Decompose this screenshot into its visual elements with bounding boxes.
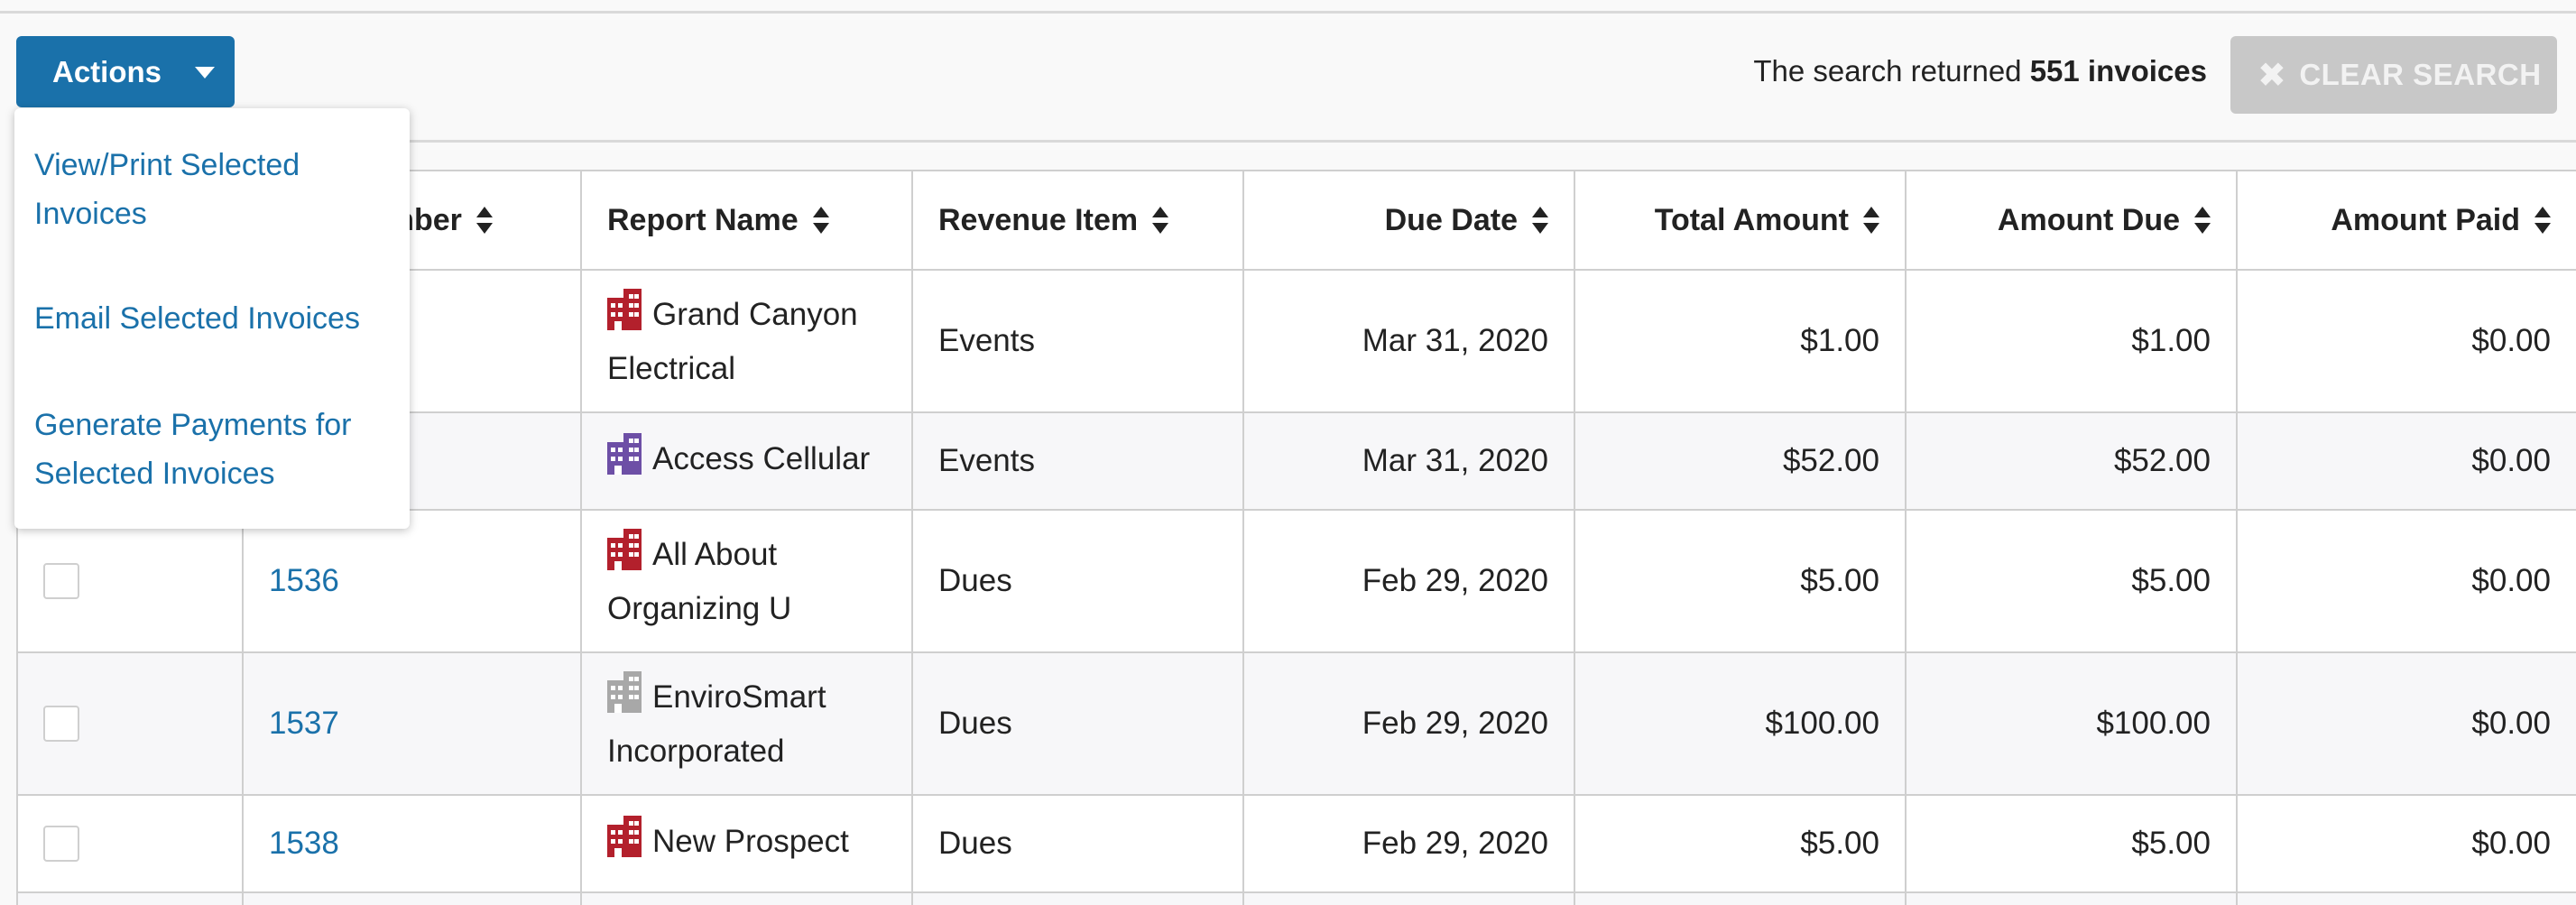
select-cell bbox=[18, 893, 244, 905]
table-row: 1537 EnviroSmart Incorporated Dues Feb 2… bbox=[18, 653, 2576, 796]
menu-item-view-print[interactable]: View/Print Selected Invoices bbox=[34, 141, 395, 238]
invoice-number-cell: 1538 bbox=[244, 796, 582, 891]
revenue-item-cell bbox=[913, 893, 1244, 905]
building-icon bbox=[607, 433, 642, 489]
amount-due-cell: $5.00 bbox=[1907, 796, 2238, 891]
result-count: 551 invoices bbox=[2029, 54, 2207, 88]
due-date-cell bbox=[1244, 893, 1575, 905]
sort-icon[interactable] bbox=[812, 207, 829, 234]
row-checkbox[interactable] bbox=[43, 563, 79, 599]
clear-search-label: CLEAR SEARCH bbox=[2299, 58, 2542, 91]
report-name-cell: All About Organizing U bbox=[582, 511, 913, 651]
sort-icon[interactable] bbox=[1152, 207, 1169, 234]
menu-item-generate-payments[interactable]: Generate Payments for Selected Invoices bbox=[34, 401, 395, 498]
invoice-number-cell: 1536 bbox=[244, 511, 582, 651]
invoice-number-link[interactable]: 1536 bbox=[269, 563, 339, 599]
building-icon bbox=[607, 529, 642, 585]
column-header-revenue-item[interactable]: Revenue Item bbox=[913, 171, 1244, 269]
column-header-report-name[interactable]: Report Name bbox=[582, 171, 913, 269]
total-amount-cell: $1.00 bbox=[1575, 271, 1907, 411]
amount-due-cell: $100.00 bbox=[1907, 653, 2238, 794]
building-icon bbox=[607, 289, 642, 345]
total-amount-cell bbox=[1575, 893, 1907, 905]
menu-item-email[interactable]: Email Selected Invoices bbox=[34, 294, 395, 343]
table-row: 1538 New Prospect Dues Feb 29, 2020 $5.0… bbox=[18, 796, 2576, 893]
revenue-item-cell: Dues bbox=[913, 511, 1244, 651]
invoice-number-link[interactable]: 1538 bbox=[269, 826, 339, 862]
report-name: Grand Canyon Electrical bbox=[607, 297, 858, 386]
invoice-number-link[interactable]: 1537 bbox=[269, 706, 339, 742]
report-name-cell: New Prospect bbox=[582, 796, 913, 891]
total-amount-cell: $5.00 bbox=[1575, 796, 1907, 891]
row-checkbox[interactable] bbox=[43, 706, 79, 742]
close-icon: ✖ bbox=[2257, 56, 2287, 95]
due-date-cell: Feb 29, 2020 bbox=[1244, 653, 1575, 794]
actions-button[interactable]: Actions bbox=[16, 36, 235, 107]
actions-dropdown-menu: View/Print Selected Invoices Email Selec… bbox=[14, 108, 410, 529]
result-prefix: The search returned bbox=[1753, 54, 2022, 88]
report-name-cell: Grand Canyon Electrical bbox=[582, 271, 913, 411]
clear-search-button[interactable]: ✖ CLEAR SEARCH bbox=[2230, 36, 2557, 114]
revenue-item-cell: Events bbox=[913, 413, 1244, 509]
report-name-cell: Access Cellular bbox=[582, 413, 913, 509]
select-cell bbox=[18, 653, 244, 794]
invoice-number-cell bbox=[244, 893, 582, 905]
sort-icon[interactable] bbox=[2194, 207, 2211, 234]
building-icon bbox=[607, 671, 642, 727]
amount-paid-cell: $0.00 bbox=[2238, 511, 2576, 651]
amount-paid-cell bbox=[2238, 893, 2576, 905]
amount-paid-cell: $0.00 bbox=[2238, 271, 2576, 411]
amount-paid-cell: $0.00 bbox=[2238, 413, 2576, 509]
amount-due-cell: $1.00 bbox=[1907, 271, 2238, 411]
revenue-item-cell: Dues bbox=[913, 796, 1244, 891]
select-cell bbox=[18, 796, 244, 891]
column-header-due-date[interactable]: Due Date bbox=[1244, 171, 1575, 269]
column-header-total-amount[interactable]: Total Amount bbox=[1575, 171, 1907, 269]
toolbar-divider bbox=[388, 140, 2576, 143]
due-date-cell: Feb 29, 2020 bbox=[1244, 796, 1575, 891]
amount-paid-cell: $0.00 bbox=[2238, 796, 2576, 891]
amount-paid-cell: $0.00 bbox=[2238, 653, 2576, 794]
revenue-item-cell: Events bbox=[913, 271, 1244, 411]
invoice-number-cell: 1537 bbox=[244, 653, 582, 794]
top-divider bbox=[0, 11, 2576, 14]
amount-due-cell: $5.00 bbox=[1907, 511, 2238, 651]
report-name-cell: EnviroSmart Incorporated bbox=[582, 653, 913, 794]
total-amount-cell: $52.00 bbox=[1575, 413, 1907, 509]
table-row: 1536 All About Organizing U Dues Feb 29,… bbox=[18, 511, 2576, 653]
amount-due-cell: $52.00 bbox=[1907, 413, 2238, 509]
search-result-summary: The search returned 551 invoices bbox=[1753, 54, 2207, 88]
sort-icon[interactable] bbox=[1532, 207, 1548, 234]
row-checkbox[interactable] bbox=[43, 826, 79, 862]
caret-down-icon bbox=[195, 67, 215, 78]
building-icon bbox=[607, 816, 642, 872]
sort-icon[interactable] bbox=[1863, 207, 1879, 234]
report-name: New Prospect bbox=[652, 824, 849, 859]
sort-icon[interactable] bbox=[2534, 207, 2551, 234]
select-cell bbox=[18, 511, 244, 651]
total-amount-cell: $100.00 bbox=[1575, 653, 1907, 794]
report-name-cell bbox=[582, 893, 913, 905]
column-header-amount-due[interactable]: Amount Due bbox=[1907, 171, 2238, 269]
due-date-cell: Mar 31, 2020 bbox=[1244, 271, 1575, 411]
table-row bbox=[18, 893, 2576, 905]
due-date-cell: Mar 31, 2020 bbox=[1244, 413, 1575, 509]
due-date-cell: Feb 29, 2020 bbox=[1244, 511, 1575, 651]
report-name: Access Cellular bbox=[652, 441, 871, 476]
amount-due-cell bbox=[1907, 893, 2238, 905]
total-amount-cell: $5.00 bbox=[1575, 511, 1907, 651]
sort-icon[interactable] bbox=[475, 207, 493, 234]
revenue-item-cell: Dues bbox=[913, 653, 1244, 794]
actions-label: Actions bbox=[52, 54, 162, 88]
column-header-amount-paid[interactable]: Amount Paid bbox=[2238, 171, 2576, 269]
